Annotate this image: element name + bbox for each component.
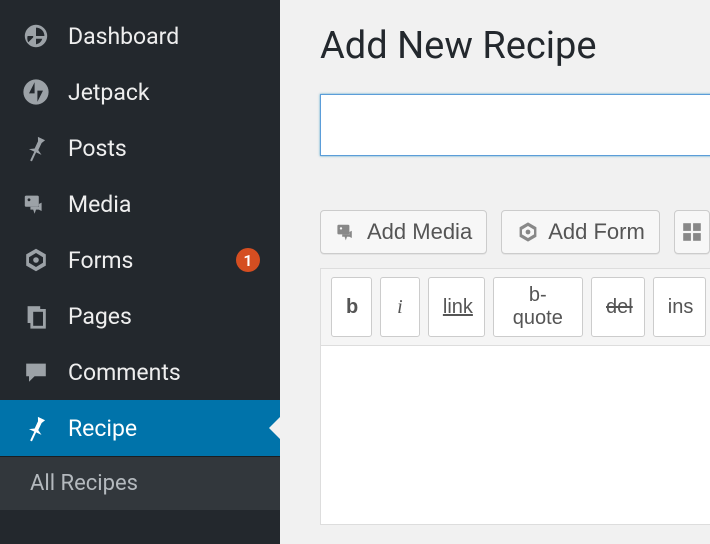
sidebar-item-dashboard[interactable]: Dashboard	[0, 8, 280, 64]
forms-icon	[20, 244, 52, 276]
pin-icon	[20, 132, 52, 164]
jetpack-icon	[20, 76, 52, 108]
qt-del[interactable]: del	[591, 277, 645, 337]
sidebar-item-media[interactable]: Media	[0, 176, 280, 232]
sidebar-item-recipe[interactable]: Recipe	[0, 400, 280, 456]
sidebar-item-comments[interactable]: Comments	[0, 344, 280, 400]
sidebar-item-label: Recipe	[68, 415, 260, 442]
extra-button[interactable]	[674, 210, 710, 254]
media-icon	[20, 188, 52, 220]
dashboard-icon	[20, 20, 52, 52]
sidebar-item-label: Dashboard	[68, 23, 260, 50]
qt-bquote[interactable]: b-quote	[493, 277, 583, 337]
sidebar-item-label: Posts	[68, 135, 260, 162]
sidebar-item-forms[interactable]: Forms 1	[0, 232, 280, 288]
qt-link[interactable]: link	[428, 277, 485, 337]
sidebar-item-jetpack[interactable]: Jetpack	[0, 64, 280, 120]
grid-icon	[681, 221, 703, 243]
media-buttons-row: Add Media Add Form	[320, 210, 710, 254]
pages-icon	[20, 300, 52, 332]
qt-italic[interactable]: i	[380, 277, 420, 337]
post-title-input[interactable]	[320, 94, 710, 156]
quicktag-toolbar: b i link b-quote del ins	[320, 268, 710, 345]
sidebar-item-label: Forms	[68, 247, 230, 274]
editor-main: Add New Recipe Add Media Add Form b i li…	[280, 0, 710, 544]
sidebar-item-label: Pages	[68, 303, 260, 330]
update-badge: 1	[236, 248, 260, 272]
sidebar-item-posts[interactable]: Posts	[0, 120, 280, 176]
button-label: Add Media	[367, 219, 472, 245]
qt-ins[interactable]: ins	[653, 277, 706, 337]
pin-icon	[20, 412, 52, 444]
media-icon	[335, 220, 359, 244]
admin-sidebar: Dashboard Jetpack Posts Media Forms 1 Pa…	[0, 0, 280, 544]
button-label: Add Form	[548, 219, 645, 245]
sidebar-item-label: Media	[68, 191, 260, 218]
editor-textarea[interactable]	[320, 345, 710, 525]
add-form-button[interactable]: Add Form	[501, 210, 660, 254]
qt-bold[interactable]: b	[331, 277, 372, 337]
sidebar-item-label: Comments	[68, 359, 260, 386]
forms-icon	[516, 220, 540, 244]
comment-icon	[20, 356, 52, 388]
add-media-button[interactable]: Add Media	[320, 210, 487, 254]
page-title: Add New Recipe	[320, 24, 710, 68]
sidebar-item-label: Jetpack	[68, 79, 260, 106]
sidebar-item-pages[interactable]: Pages	[0, 288, 280, 344]
sidebar-subitem-all-recipes[interactable]: All Recipes	[0, 456, 280, 510]
